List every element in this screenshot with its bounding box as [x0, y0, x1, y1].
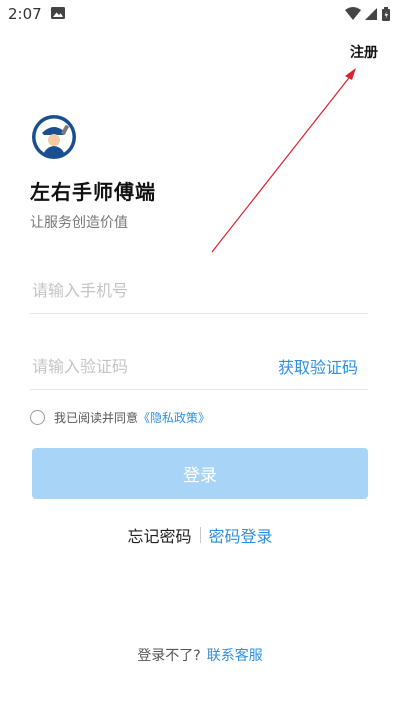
wifi-icon	[345, 7, 361, 20]
help-row: 登录不了? 联系客服	[0, 645, 400, 665]
help-text: 登录不了?	[137, 648, 201, 664]
phone-input[interactable]	[30, 275, 264, 305]
agreement-row: 我已阅读并同意 《隐私政策》	[30, 407, 210, 427]
alt-links-row: 忘记密码 密码登录	[0, 523, 400, 547]
contact-service-link[interactable]: 联系客服	[207, 645, 263, 665]
agreement-text: 我已阅读并同意	[54, 410, 139, 425]
password-login-link[interactable]: 密码登录	[209, 523, 273, 547]
register-link[interactable]: 注册	[350, 42, 378, 62]
app-subtitle: 让服务创造价值	[30, 215, 128, 231]
phone-field-row	[30, 267, 368, 314]
login-button-label: 登录	[183, 466, 217, 486]
signal-icon	[365, 8, 377, 20]
app-title: 左右手师傅端	[30, 180, 156, 204]
code-field-row: 获取验证码	[30, 343, 368, 390]
login-button[interactable]: 登录	[32, 448, 368, 499]
verification-code-input[interactable]	[30, 351, 264, 381]
agreement-radio[interactable]	[30, 409, 45, 425]
battery-icon	[382, 7, 390, 21]
gallery-notification-icon	[51, 7, 65, 19]
get-code-button[interactable]: 获取验证码	[278, 354, 358, 378]
status-time: 2:07	[8, 5, 42, 23]
status-icons	[345, 7, 390, 21]
app-logo	[32, 115, 76, 159]
privacy-policy-link[interactable]: 《隐私政策》	[138, 409, 210, 426]
status-bar: 2:07	[0, 0, 400, 26]
forgot-password-link[interactable]: 忘记密码	[127, 523, 191, 547]
link-divider	[199, 527, 201, 543]
